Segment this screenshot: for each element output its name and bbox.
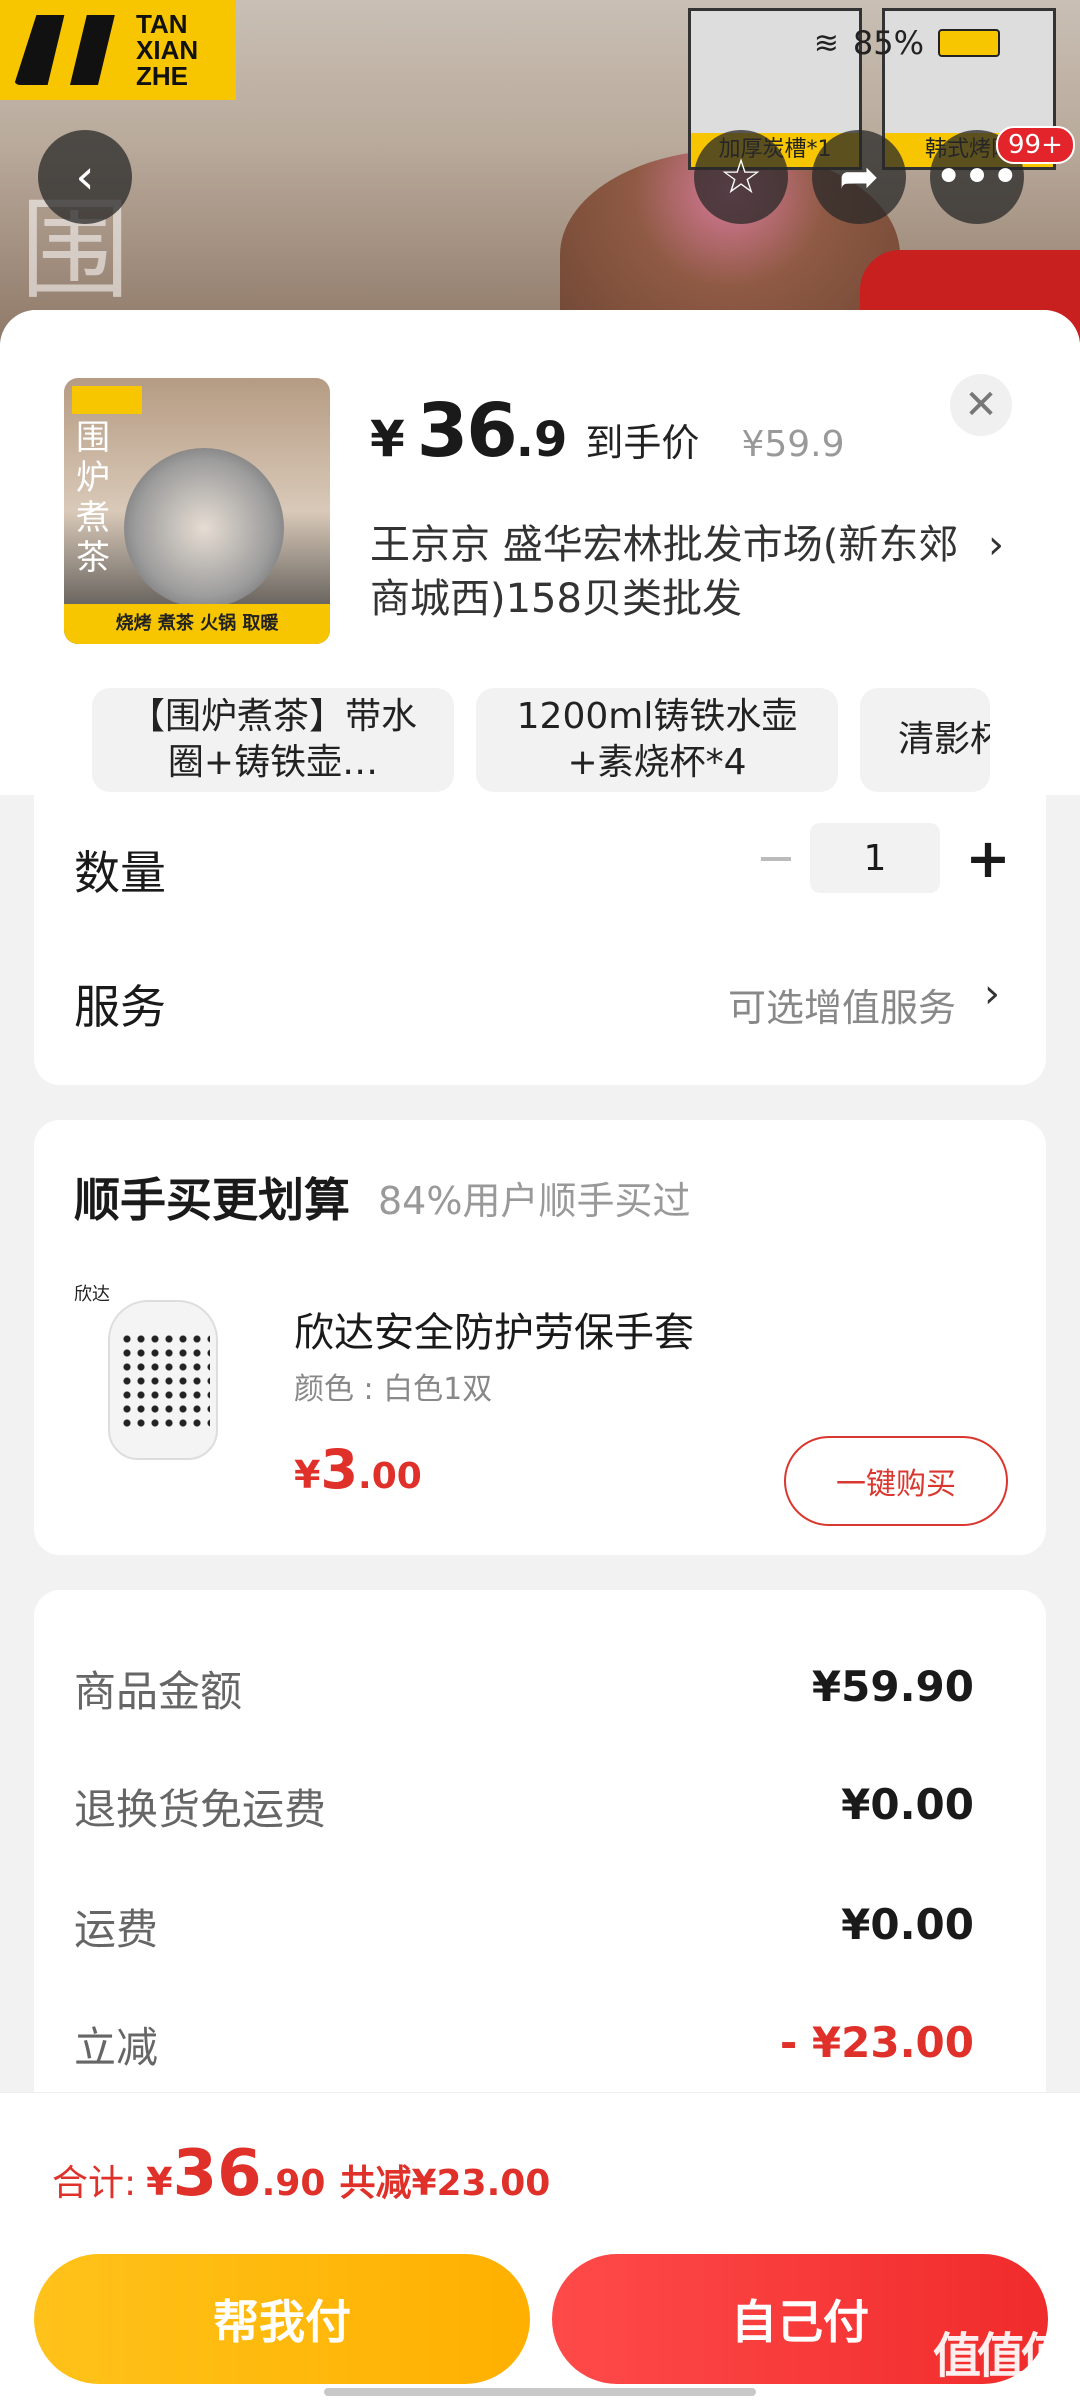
quantity-decrease-button[interactable]: − [746,823,806,893]
price-row: ¥ 36 .9 到手价 ¥59.9 [370,388,845,474]
product-image-logo [72,386,142,414]
chevron-left-icon: ‹ [75,149,95,205]
summary-row: 运费 ¥0.00 [74,1896,994,1956]
addon-price-integer: 3 [320,1438,359,1501]
summary-row: 立减 - ¥23.00 [74,2014,994,2074]
watermark: 值值值 zhizhizhi.com [924,2316,1074,2400]
addon-product-spec: 颜色 : 白色1双 [294,1372,493,1407]
chevron-right-icon[interactable]: › [984,971,1000,1017]
quantity-service-card: 数量 − 1 + 服务 可选增值服务 › [34,795,1046,1085]
original-price: ¥59.9 [741,424,845,465]
glove-icon [108,1300,218,1460]
watermark-logo: 值值值 [932,2328,1069,2384]
close-button[interactable]: ✕ [950,374,1012,436]
brand-text-line: XIAN [136,35,199,65]
chevron-right-icon[interactable]: › [988,518,1004,572]
close-icon: ✕ [964,382,998,428]
spec-option[interactable]: 清影杯 6 [860,688,990,792]
price-decimal: .9 [515,412,568,468]
one-click-buy-button[interactable]: 一键购买 [784,1436,1008,1526]
total-bar: 合计: ¥ 36 .90 共减¥23.00 [0,2092,1080,2240]
battery-icon [938,29,1000,57]
summary-value: ¥0.00 [841,1780,974,1829]
service-value[interactable]: 可选增值服务 [728,977,956,1032]
delivery-address[interactable]: 王京京 盛华宏林批发市场(新东郊商城西)158贝类批发 [370,518,990,626]
addon-price-symbol: ¥ [294,1453,321,1497]
quantity-label: 数量 [74,846,166,900]
addon-price-decimal: .00 [358,1456,422,1497]
sheet-header: 围炉煮茶 烧烤 煮茶 火锅 取暖 ¥ 36 .9 到手价 ¥59.9 ✕ 王京京… [0,310,1080,680]
addon-product-image[interactable]: 欣达 [74,1280,234,1470]
addon-product-name[interactable]: 欣达安全防护劳保手套 [294,1300,694,1358]
order-total: 合计: ¥ 36 .90 共减¥23.00 [52,2137,550,2211]
battery-percent: 85% [852,24,924,62]
summary-label: 运费 [74,1905,159,1954]
total-label: 合计: [52,2163,137,2204]
brand-text-line: ZHE [136,61,188,91]
brand-logo: TAN XIAN ZHE [0,0,236,100]
summary-label: 立减 [74,2023,159,2072]
spec-option[interactable]: 1200ml铸铁水壶+素烧杯*4 [476,688,838,792]
summary-value: ¥59.90 [811,1662,974,1711]
brand-text-line: TAN [136,9,188,39]
discount-value: - ¥23.00 [779,2018,974,2067]
total-integer: 36 [172,2137,262,2211]
status-bar: ≋ 85% [814,24,1000,62]
product-image-title: 围炉煮茶 [76,418,110,578]
wifi-icon: ≋ [813,25,839,61]
addon-subtitle: 84%用户顺手买过 [378,1179,691,1223]
summary-row: 商品金额 ¥59.90 [74,1658,994,1718]
help-me-pay-button[interactable]: 帮我付 [34,2254,530,2384]
summary-label: 退换货免运费 [74,1785,327,1834]
spec-option[interactable]: 【围炉煮茶】带水圈+铸铁壶… [92,688,454,792]
summary-label: 商品金额 [74,1667,243,1716]
addon-price: ¥3.00 [294,1438,422,1501]
share-button[interactable]: ➦ [812,130,906,224]
favorite-button[interactable]: ☆ [694,130,788,224]
price-symbol: ¥ [370,410,405,468]
summary-value: ¥0.00 [841,1900,974,1949]
addon-brand-logo: 欣达 [74,1284,110,1305]
product-image-pot [124,448,284,608]
service-label: 服务 [74,980,166,1034]
share-arrow-icon: ➦ [838,149,880,205]
product-thumbnail[interactable]: 围炉煮茶 烧烤 煮茶 火锅 取暖 [64,378,330,644]
spec-options: 【围炉煮茶】带水圈+铸铁壶… 1200ml铸铁水壶+素烧杯*4 清影杯 6 [0,680,1080,795]
star-icon: ☆ [719,149,763,205]
purchase-sheet: 围炉煮茶 烧烤 煮茶 火锅 取暖 ¥ 36 .9 到手价 ¥59.9 ✕ 王京京… [0,310,1080,2400]
total-decimal: .90 [261,2163,326,2204]
product-image-tagline: 烧烤 煮茶 火锅 取暖 [64,604,330,644]
watermark-url: zhizhizhi.com [938,2386,1060,2400]
summary-row: 退换货免运费 ¥0.00 [74,1776,994,1836]
total-savings: 共减¥23.00 [339,2163,551,2204]
price-label: 到手价 [585,421,700,465]
more-badge: 99+ [996,126,1075,164]
addon-title: 顺手买更划算 [74,1173,350,1227]
price-integer: 36 [416,388,518,474]
payment-footer: 帮我付 自己付 [0,2240,1080,2400]
quantity-input[interactable]: 1 [810,823,940,893]
back-button[interactable]: ‹ [38,130,132,224]
addon-recommendation-card: 顺手买更划算 84%用户顺手买过 欣达 欣达安全防护劳保手套 颜色 : 白色1双… [34,1120,1046,1555]
quantity-increase-button[interactable]: + [958,823,1018,893]
price-summary-card: 商品金额 ¥59.90 退换货免运费 ¥0.00 运费 ¥0.00 立减 - ¥… [34,1590,1046,2150]
total-symbol: ¥ [146,2160,173,2204]
home-indicator[interactable] [324,2388,756,2396]
brand-mark-icon [14,15,115,85]
